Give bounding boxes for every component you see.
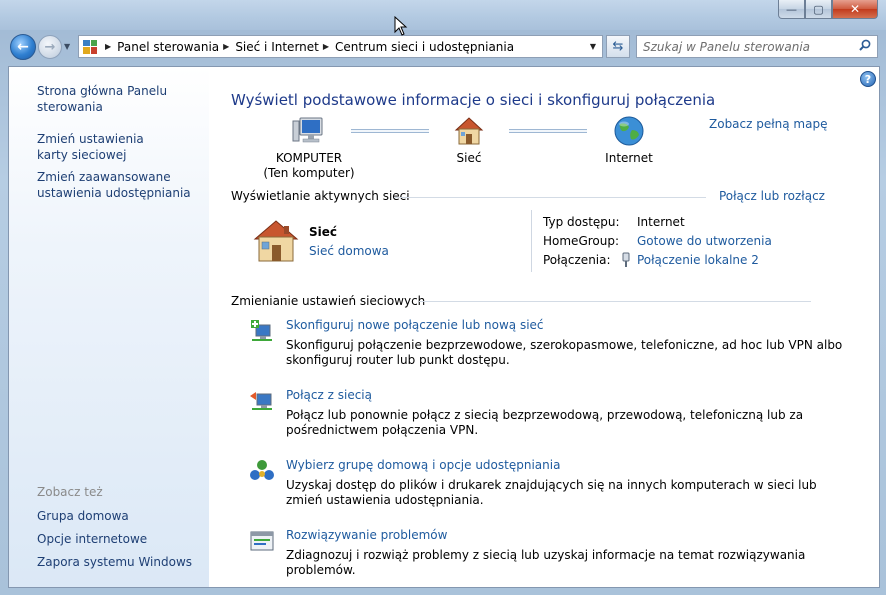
refresh-button[interactable]: ⇆: [606, 35, 630, 58]
vertical-divider: [531, 210, 532, 272]
forward-button[interactable]: →: [38, 35, 62, 59]
refresh-icon: ⇆: [612, 39, 624, 54]
troubleshoot-icon[interactable]: [249, 529, 275, 553]
connect-network-icon[interactable]: [249, 389, 275, 413]
see-also-heading: Zobacz też: [37, 485, 103, 499]
connection-line-network-internet: [509, 129, 587, 133]
left-pane: Strona główna Panelu sterowania Zmień us…: [9, 67, 209, 587]
access-type-value: Internet: [637, 215, 685, 229]
network-label: Sieć: [456, 151, 482, 165]
connect-disconnect-link[interactable]: Połącz lub rozłącz: [719, 189, 825, 203]
network-cable-icon: [622, 252, 630, 267]
access-type-label: Typ dostępu:: [543, 215, 620, 229]
back-button[interactable]: ←: [10, 34, 36, 60]
section-divider: [419, 301, 811, 302]
help-button[interactable]: ?: [860, 71, 876, 87]
control-panel-icon: [83, 39, 97, 54]
search-icon[interactable]: [859, 39, 871, 51]
setup-new-connection-desc: Skonfiguruj połączenie bezprzewodowe, sz…: [286, 338, 843, 367]
breadcrumb-network-internet[interactable]: Sieć i Internet: [235, 40, 319, 54]
active-network-name: Sieć: [309, 225, 338, 239]
connections-label: Połączenia:: [543, 253, 611, 267]
control-panel-home-link[interactable]: Strona główna Panelu sterowania: [37, 83, 177, 115]
map-network[interactable]: Sieć: [444, 115, 494, 166]
local-connection-link[interactable]: Połączenie lokalne 2: [637, 253, 759, 267]
connect-to-network-link[interactable]: Połącz z siecią: [286, 388, 372, 402]
homegroup-label: HomeGroup:: [543, 234, 620, 248]
recent-pages-dropdown[interactable]: ▼: [64, 42, 70, 51]
page-title: Wyświetl podstawowe informacje o sieci i…: [231, 91, 716, 109]
internet-label: Internet: [605, 151, 653, 165]
help-icon: ?: [864, 72, 872, 86]
content-frame: Strona główna Panelu sterowania Zmień us…: [8, 66, 880, 588]
map-computer[interactable]: KOMPUTER (Ten komputer): [254, 115, 364, 181]
section-divider: [394, 197, 706, 198]
see-also-homegroup-link[interactable]: Grupa domowa: [37, 508, 129, 524]
globe-icon: [614, 116, 644, 146]
setup-new-connection-link[interactable]: Skonfiguruj nowe połączenie lub nową sie…: [286, 318, 544, 332]
change-advanced-sharing-link[interactable]: Zmień zaawansowane ustawienia udostępnia…: [37, 169, 197, 201]
connect-to-network-desc: Połącz lub ponownie połącz z siecią bezp…: [286, 408, 804, 437]
chevron-right-icon[interactable]: ▶: [323, 42, 329, 51]
active-networks-heading: Wyświetlanie aktywnych sieci: [231, 189, 410, 203]
search-box[interactable]: [636, 35, 878, 58]
mouse-cursor-icon: [394, 16, 408, 36]
troubleshoot-link[interactable]: Rozwiązywanie problemów: [286, 528, 447, 542]
maximize-button[interactable]: ▢: [805, 0, 832, 19]
computer-sub: (Ten komputer): [263, 166, 355, 180]
breadcrumb-network-center[interactable]: Centrum sieci i udostępniania: [335, 40, 514, 54]
change-adapter-settings-link[interactable]: Zmień ustawienia karty sieciowej: [37, 131, 177, 163]
homegroup-sharing-desc: Uzyskaj dostęp do plików i drukarek znaj…: [286, 478, 817, 507]
main-pane: ? Wyświetl podstawowe informacje o sieci…: [209, 67, 879, 587]
troubleshoot-desc: Zdiagnozuj i rozwiąż problemy z siecią l…: [286, 548, 806, 577]
homegroup-icon[interactable]: [249, 459, 275, 483]
chevron-right-icon[interactable]: ▶: [105, 42, 111, 51]
network-type-link[interactable]: Sieć domowa: [309, 244, 389, 258]
home-network-icon: [253, 220, 299, 262]
window-title-bar[interactable]: — ▢ ✕: [0, 0, 886, 30]
address-bar[interactable]: ▶ Panel sterowania ▶ Sieć i Internet ▶ C…: [78, 35, 603, 58]
map-internet[interactable]: Internet: [604, 115, 654, 166]
caption-buttons: — ▢ ✕: [778, 0, 878, 19]
connection-line-computer-network: [351, 129, 429, 133]
chevron-right-icon[interactable]: ▶: [223, 42, 229, 51]
close-button[interactable]: ✕: [832, 0, 878, 19]
navigation-bar: ← → ▼ ▶ Panel sterowania ▶ Sieć i Intern…: [0, 30, 886, 63]
arrow-left-icon: ←: [17, 39, 29, 55]
house-icon: [454, 117, 484, 145]
computer-name: KOMPUTER: [275, 151, 343, 165]
homegroup-value-link[interactable]: Gotowe do utworzenia: [637, 234, 772, 248]
arrow-right-icon: →: [44, 39, 56, 55]
see-also-internet-options-link[interactable]: Opcje internetowe: [37, 531, 147, 547]
new-connection-icon[interactable]: [249, 319, 275, 343]
computer-icon: [292, 117, 323, 143]
breadcrumb-control-panel[interactable]: Panel sterowania: [117, 40, 219, 54]
homegroup-sharing-link[interactable]: Wybierz grupę domową i opcje udostępnian…: [286, 458, 560, 472]
minimize-button[interactable]: —: [778, 0, 805, 19]
change-settings-heading: Zmienianie ustawień sieciowych: [231, 294, 426, 308]
chevron-down-icon[interactable]: ▼: [584, 42, 602, 51]
see-full-map-link[interactable]: Zobacz pełną mapę: [709, 117, 827, 131]
search-input[interactable]: [643, 39, 853, 54]
see-also-firewall-link[interactable]: Zapora systemu Windows: [37, 554, 192, 570]
